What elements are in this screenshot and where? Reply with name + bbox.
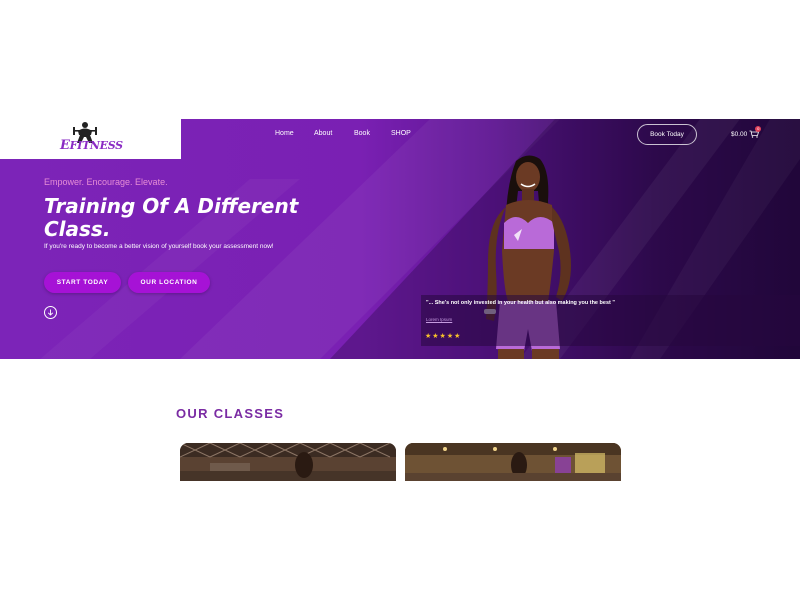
arrow-down-icon bbox=[47, 309, 54, 316]
nav-shop[interactable]: SHOP bbox=[391, 130, 411, 137]
nav-about[interactable]: About bbox=[314, 130, 332, 137]
star-rating: ★★★★★ bbox=[425, 333, 462, 340]
cart-total: $0.00 bbox=[731, 130, 748, 138]
scroll-down-button[interactable] bbox=[44, 306, 57, 319]
book-today-button[interactable]: Book Today bbox=[637, 124, 697, 145]
hero-subtext: If you're ready to become a better visio… bbox=[44, 243, 274, 250]
hero-section: EFITNESS Home About Book SHOP Book Today… bbox=[0, 119, 800, 359]
class-card-2-image bbox=[405, 443, 621, 481]
class-card-1[interactable] bbox=[180, 443, 396, 481]
start-today-button[interactable]: START TODAY bbox=[44, 272, 121, 293]
cart-link[interactable]: $0.00 0 bbox=[731, 126, 762, 138]
cart-icon: 0 bbox=[749, 126, 762, 138]
our-location-button[interactable]: OUR LOCATION bbox=[128, 272, 210, 293]
hero-headline: Training Of A Different Class. bbox=[44, 195, 344, 241]
class-card-1-image bbox=[180, 443, 396, 481]
logo-text: EFITNESS bbox=[60, 138, 123, 153]
hero-headline-line-1: Training Of A Different bbox=[44, 194, 299, 218]
page: EFITNESS Home About Book SHOP Book Today… bbox=[0, 0, 800, 600]
classes-section-title: OUR CLASSES bbox=[176, 406, 285, 421]
logo[interactable]: EFITNESS bbox=[0, 119, 181, 159]
hero-tagline: Empower. Encourage. Elevate. bbox=[44, 177, 168, 187]
nav-book[interactable]: Book bbox=[354, 130, 370, 137]
hero-headline-line-2: Class. bbox=[44, 217, 111, 241]
nav-home[interactable]: Home bbox=[275, 130, 294, 137]
testimonial-quote: "... She's not only invested in your hea… bbox=[426, 300, 615, 306]
class-card-2[interactable] bbox=[405, 443, 621, 481]
testimonial-author[interactable]: Lorem Ipsum bbox=[426, 317, 452, 322]
testimonial-box: "... She's not only invested in your hea… bbox=[421, 295, 800, 346]
